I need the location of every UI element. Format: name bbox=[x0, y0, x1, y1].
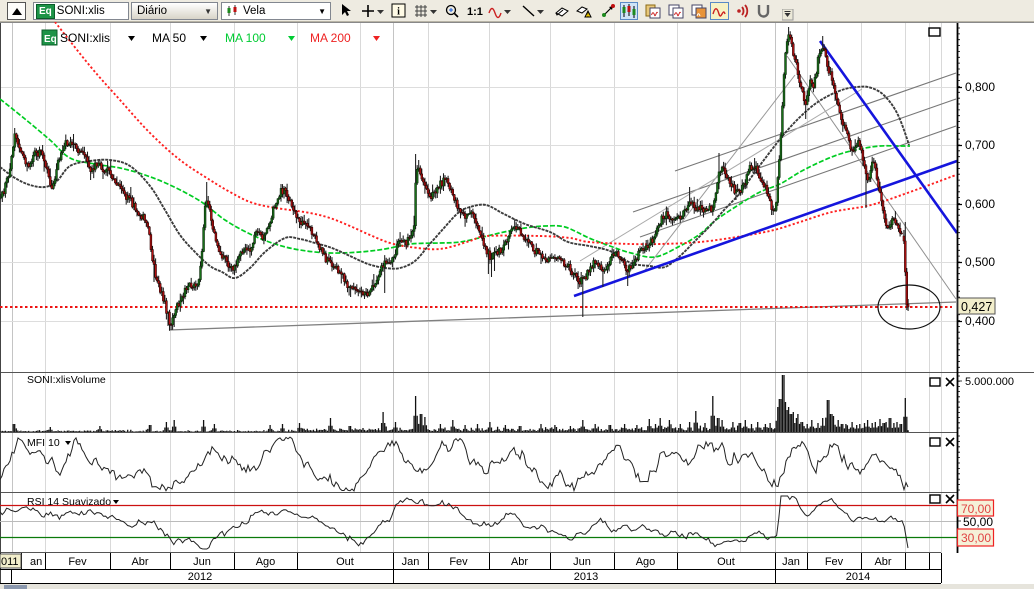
svg-text:70,00: 70,00 bbox=[961, 502, 991, 516]
svg-text:Jan: Jan bbox=[782, 556, 800, 568]
svg-text:Ago: Ago bbox=[256, 556, 276, 568]
svg-text:Eq: Eq bbox=[44, 34, 57, 45]
svg-text:MA 100: MA 100 bbox=[225, 31, 266, 45]
svg-text:30,00: 30,00 bbox=[961, 531, 991, 545]
svg-text:Jan: Jan bbox=[402, 556, 420, 568]
svg-text:Jun: Jun bbox=[193, 556, 211, 568]
svg-text:Out: Out bbox=[717, 556, 735, 568]
svg-text:0,500: 0,500 bbox=[965, 255, 995, 269]
svg-text:1:1: 1:1 bbox=[467, 6, 483, 18]
svg-text:i: i bbox=[397, 7, 400, 18]
svg-text:RSI 14 Suavizado: RSI 14 Suavizado bbox=[27, 496, 111, 508]
svg-text:Fev: Fev bbox=[449, 556, 468, 568]
svg-text:0,800: 0,800 bbox=[965, 80, 995, 94]
svg-text:MA 200: MA 200 bbox=[310, 31, 351, 45]
svg-text:50,00: 50,00 bbox=[963, 515, 993, 529]
svg-text:Fev: Fev bbox=[825, 556, 844, 568]
svg-text:MFI 10: MFI 10 bbox=[27, 437, 60, 449]
svg-text:Ago: Ago bbox=[636, 556, 656, 568]
svg-text:0,427: 0,427 bbox=[961, 300, 992, 314]
svg-text:an: an bbox=[30, 556, 42, 568]
svg-text:Abr: Abr bbox=[131, 556, 148, 568]
svg-text:011: 011 bbox=[1, 556, 19, 568]
svg-text:0,700: 0,700 bbox=[965, 138, 995, 152]
svg-text:2013: 2013 bbox=[574, 571, 598, 583]
svg-text:Out: Out bbox=[336, 556, 354, 568]
svg-text:Jun: Jun bbox=[573, 556, 591, 568]
svg-text:5.000.000: 5.000.000 bbox=[965, 376, 1014, 388]
svg-text:2014: 2014 bbox=[846, 571, 870, 583]
svg-text:0,600: 0,600 bbox=[965, 197, 995, 211]
svg-text:0,400: 0,400 bbox=[965, 314, 995, 328]
svg-text:Fev: Fev bbox=[68, 556, 87, 568]
svg-text:Abr: Abr bbox=[511, 556, 528, 568]
svg-text:SONI:xlisVolume: SONI:xlisVolume bbox=[27, 374, 106, 386]
svg-text:2012: 2012 bbox=[188, 571, 212, 583]
svg-text:MA 50: MA 50 bbox=[152, 31, 186, 45]
svg-text:Abr: Abr bbox=[874, 556, 891, 568]
svg-text:SONI:xlis: SONI:xlis bbox=[60, 31, 110, 45]
